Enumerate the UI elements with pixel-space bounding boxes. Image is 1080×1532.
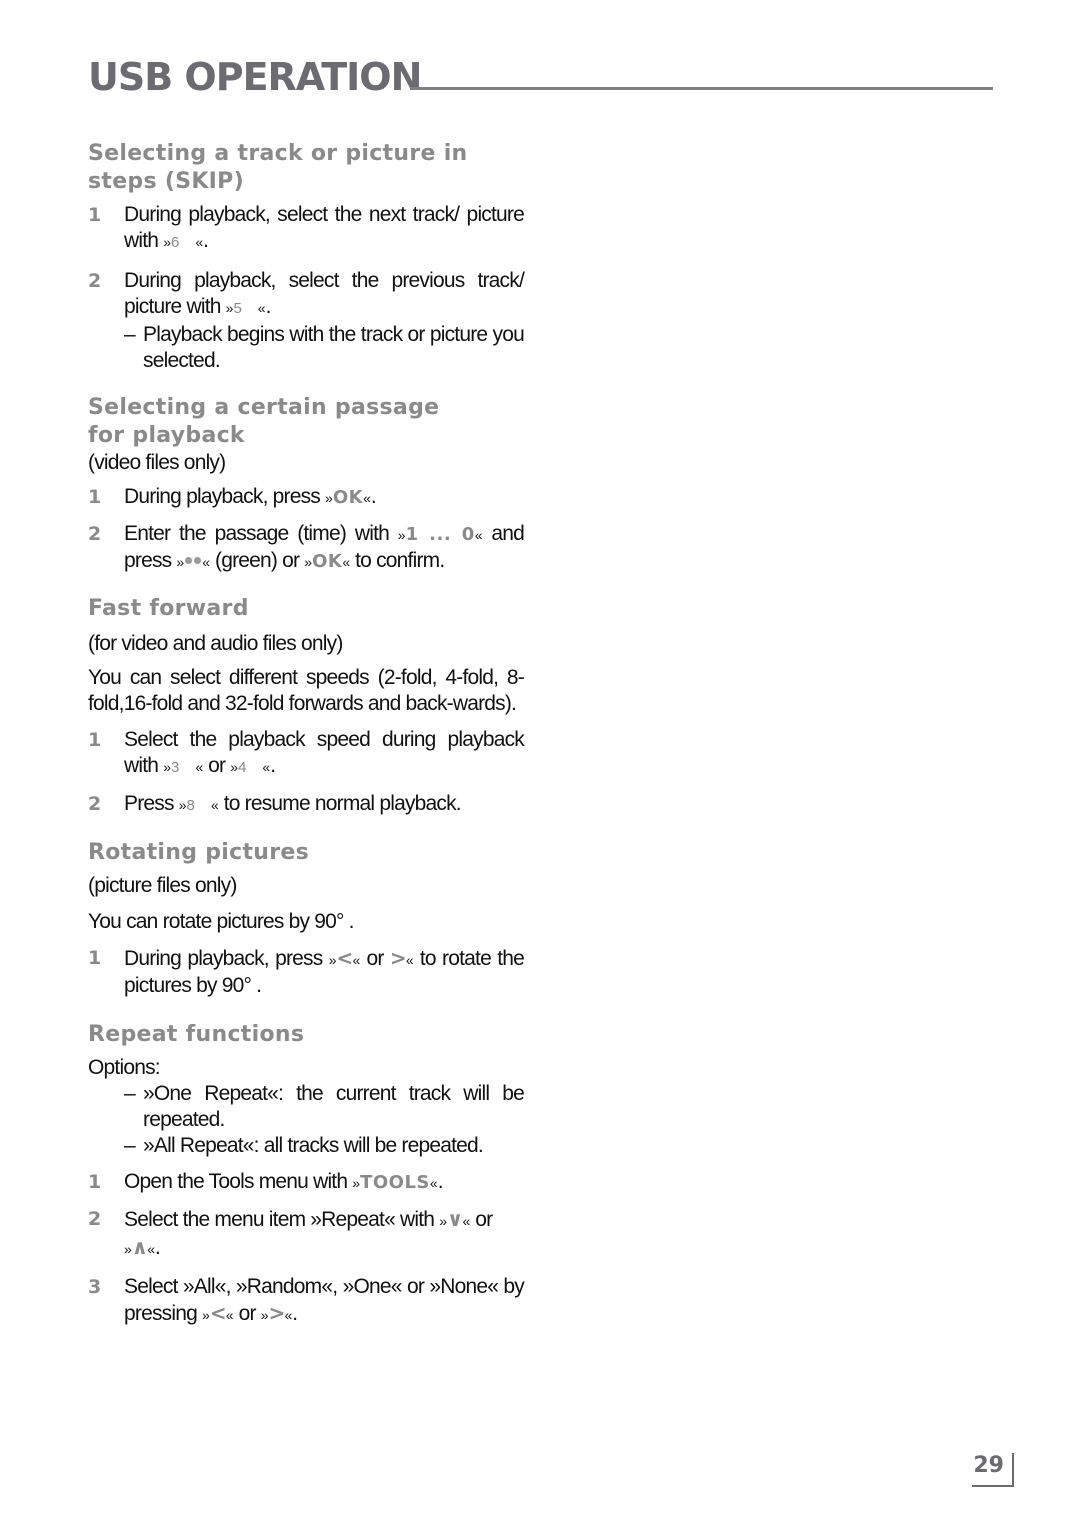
step-item: 2 Select the menu item »Repeat« with »∨«… xyxy=(88,1207,493,1259)
section-body: You can select different speeds (2-fold,… xyxy=(88,666,525,715)
section-title-rotate: Rotating pictures xyxy=(88,840,310,865)
step-text: Enter the passage (time) with xyxy=(124,522,398,545)
tools-key-label: TOOLS xyxy=(360,1172,430,1193)
ok-key-label: OK xyxy=(332,487,364,508)
section-title-passage: Selecting a certain passage for playback xyxy=(88,395,440,448)
step-item: 1 Open the Tools menu with »TOOLS«. xyxy=(88,1170,444,1193)
step-text: or xyxy=(360,947,390,970)
arrow-right-icon: > xyxy=(389,946,407,970)
section-title-fast-forward: Fast forward xyxy=(88,596,249,621)
step-number: 3 xyxy=(88,1276,101,1298)
step-item: 2 During playback, select the previous t… xyxy=(88,269,525,318)
arrow-right-icon: > xyxy=(268,1301,286,1325)
note-text: Playback begins with the track or pictur… xyxy=(143,323,525,372)
section-body: You can rotate pictures by 90° . xyxy=(88,910,355,933)
step-number: 2 xyxy=(88,523,101,545)
step-text: During playback, press xyxy=(124,485,326,508)
fast-forward-key-icon: 4 xyxy=(238,759,247,776)
step-text: or xyxy=(203,754,231,777)
step-text: (green) or xyxy=(209,549,305,572)
ok-key-label: OK xyxy=(312,551,343,572)
step-item: 2 Enter the passage (time) with »1 ... 0… xyxy=(88,522,525,572)
rewind-key-icon: 3 xyxy=(170,759,180,776)
page-header: USB OPERATION xyxy=(88,55,993,99)
content-column: Selecting a track or picture in steps (S… xyxy=(88,140,525,1328)
step-text-end: . xyxy=(270,754,276,777)
arrow-left-icon: < xyxy=(336,946,354,970)
arrow-up-icon: ∧ xyxy=(131,1235,148,1259)
step-text: During playback, select the next track/ … xyxy=(124,203,525,252)
green-button-icon xyxy=(184,549,202,572)
step-text: Open the Tools menu with xyxy=(124,1170,353,1193)
step-text: During playback, select the previous tra… xyxy=(124,269,525,318)
step-item: 1 During playback, press »OK«. xyxy=(88,485,377,508)
step-item: 1 During playback, press »<« or >« to ro… xyxy=(88,946,525,997)
step-number: 2 xyxy=(88,270,101,292)
option-text: »One Repeat«: the current track will be … xyxy=(143,1082,525,1131)
section-title-skip: Selecting a track or picture in steps (S… xyxy=(88,141,468,194)
step-text-end: . xyxy=(292,1302,298,1325)
step-text: Select the playback speed during playbac… xyxy=(124,728,525,777)
step-number: 1 xyxy=(88,729,101,751)
step-number: 2 xyxy=(88,1208,101,1230)
step-text: Press xyxy=(124,792,179,815)
header-rule xyxy=(410,87,993,90)
step-text-end: to resume normal playback. xyxy=(218,792,462,815)
step-text-end: . xyxy=(370,485,377,508)
option-item: – »One Repeat«: the current track will b… xyxy=(88,1081,525,1133)
step-text-end: . xyxy=(265,295,272,318)
step-item: 1 During playback, select the next track… xyxy=(88,203,525,252)
options-label: Options: xyxy=(88,1056,161,1079)
dash-marker: – xyxy=(124,323,136,346)
page-title: USB OPERATION xyxy=(88,55,422,99)
step-text: During playback, press xyxy=(124,947,329,970)
play-pause-key-icon: 8 xyxy=(186,797,195,814)
step-item: 1 Select the playback speed during playb… xyxy=(88,728,525,777)
step-text: or xyxy=(470,1208,493,1231)
section-subtitle: (picture files only) xyxy=(88,874,237,897)
step-number: 1 xyxy=(88,1171,101,1193)
arrow-left-icon: < xyxy=(209,1301,227,1325)
section-title-repeat: Repeat functions xyxy=(88,1022,305,1047)
step-text-end: . xyxy=(155,1236,161,1259)
digit-keys-label: 1 ... 0 xyxy=(405,524,475,545)
step-number: 2 xyxy=(88,793,101,815)
step-item: 2 Press »8 « to resume normal playback. xyxy=(88,792,462,815)
step-text-end: . xyxy=(203,229,209,252)
skip-previous-key-icon: 5 xyxy=(233,300,242,317)
step-item: 3 Select »All«, »Random«, »One« or »None… xyxy=(88,1275,525,1325)
option-text: »All Repeat«: all tracks will be repeate… xyxy=(143,1134,484,1157)
arrow-down-icon: ∨ xyxy=(447,1207,463,1231)
step-text-end: to confirm. xyxy=(350,549,445,572)
page-number-box: 29 xyxy=(972,1453,1014,1487)
page-number: 29 xyxy=(973,1453,1004,1478)
dash-marker: – xyxy=(124,1082,136,1105)
step-number: 1 xyxy=(88,204,101,226)
step-number: 1 xyxy=(88,947,101,969)
dash-marker: – xyxy=(124,1134,136,1157)
step-text-end: . xyxy=(437,1170,444,1193)
step-text: Select »All«, »Random«, »One« or »None« … xyxy=(124,1275,525,1325)
result-note: – Playback begins with the track or pict… xyxy=(88,322,525,374)
step-number: 1 xyxy=(88,486,101,508)
step-text: or xyxy=(233,1302,261,1325)
section-subtitle: (video files only) xyxy=(88,451,226,474)
skip-next-key-icon: 6 xyxy=(170,234,180,251)
option-item: – »All Repeat«: all tracks will be repea… xyxy=(88,1133,524,1159)
step-text: Select the menu item »Repeat« with xyxy=(124,1208,440,1231)
section-subtitle: (for video and audio files only) xyxy=(88,632,343,655)
